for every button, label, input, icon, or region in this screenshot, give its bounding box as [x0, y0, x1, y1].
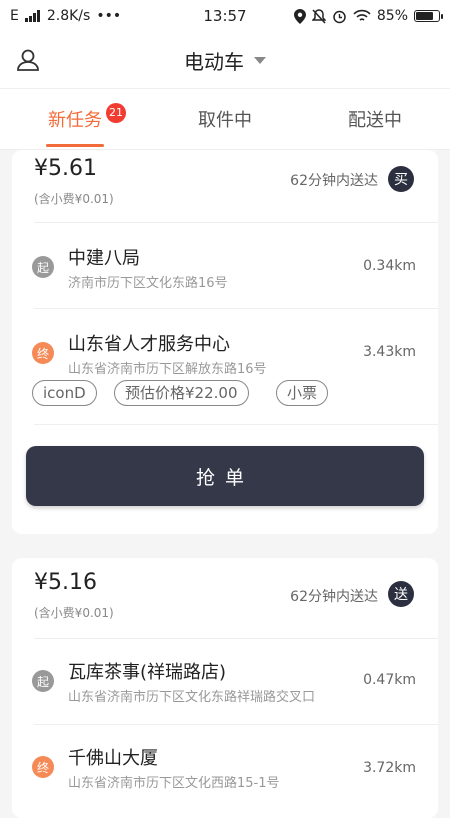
dropoff-address: 山东省济南市历下区解放东路16号	[68, 362, 267, 377]
user-icon[interactable]	[14, 46, 42, 74]
new-task-count-badge: 21	[106, 103, 126, 123]
pickup-address: 济南市历下区文化东路16号	[68, 276, 228, 291]
order-card[interactable]: ¥5.16 (含小费¥0.01) 62分钟内送达 送 起 瓦库茶事(祥瑞路店) …	[12, 558, 438, 818]
dropoff-name: 山东省人才服务中心	[68, 334, 230, 355]
pickup-name: 中建八局	[68, 248, 140, 269]
receipt-chip: 小票	[276, 380, 329, 406]
clock: 13:57	[203, 7, 247, 25]
pickup-name: 瓦库茶事(祥瑞路店)	[68, 662, 227, 683]
dropoff-name: 千佛山大厦	[68, 748, 158, 769]
divider	[34, 638, 438, 639]
order-price: ¥5.16	[34, 570, 97, 595]
app-header: 电动车	[0, 32, 450, 88]
grab-order-button[interactable]: 抢单	[26, 446, 424, 506]
order-price: ¥5.61	[34, 156, 97, 181]
pickup-marker: 起	[32, 670, 54, 692]
order-type-mark: 买	[388, 166, 414, 192]
tab-label: 新任务	[48, 110, 102, 131]
dropoff-marker: 终	[32, 756, 54, 778]
estimated-price-chip: 预估价格¥22.00	[114, 380, 249, 406]
dropoff-distance: 3.43km	[363, 344, 416, 360]
pickup-distance: 0.47km	[363, 672, 416, 688]
task-tabs: 新任务 21 取件中 配送中	[0, 88, 450, 150]
active-tab-indicator	[46, 144, 104, 147]
divider	[34, 222, 438, 223]
pickup-address: 山东省济南市历下区文化东路祥瑞路交叉口	[68, 690, 316, 705]
status-bar: E 2.8K/s ••• 13:57 85%	[0, 0, 450, 32]
tab-delivering[interactable]: 配送中	[300, 89, 450, 149]
tab-label: 取件中	[198, 110, 252, 131]
divider	[34, 308, 438, 309]
tab-new-tasks[interactable]: 新任务 21	[0, 89, 150, 149]
tab-picking-up[interactable]: 取件中	[150, 89, 300, 149]
delivery-eta: 62分钟内送达	[290, 173, 378, 189]
tag-chip: iconD	[32, 380, 97, 406]
dropoff-address: 山东省济南市历下区文化西路15-1号	[68, 776, 280, 791]
tab-label: 配送中	[348, 110, 402, 131]
order-type-mark: 送	[388, 581, 414, 607]
order-tip: (含小费¥0.01)	[34, 606, 114, 620]
dropoff-distance: 3.72km	[363, 760, 416, 776]
vehicle-type-dropdown[interactable]: 电动车	[184, 46, 266, 75]
divider	[34, 424, 438, 425]
divider	[34, 724, 438, 725]
dropoff-marker: 终	[32, 342, 54, 364]
page-title: 电动车	[184, 49, 244, 74]
order-tip: (含小费¥0.01)	[34, 192, 114, 206]
pickup-distance: 0.34km	[363, 258, 416, 274]
caret-down-icon	[254, 56, 266, 64]
order-card[interactable]: ¥5.61 (含小费¥0.01) 62分钟内送达 买 起 中建八局 济南市历下区…	[12, 150, 438, 534]
pickup-marker: 起	[32, 256, 54, 278]
battery-icon	[414, 10, 443, 22]
delivery-eta: 62分钟内送达	[290, 589, 378, 605]
